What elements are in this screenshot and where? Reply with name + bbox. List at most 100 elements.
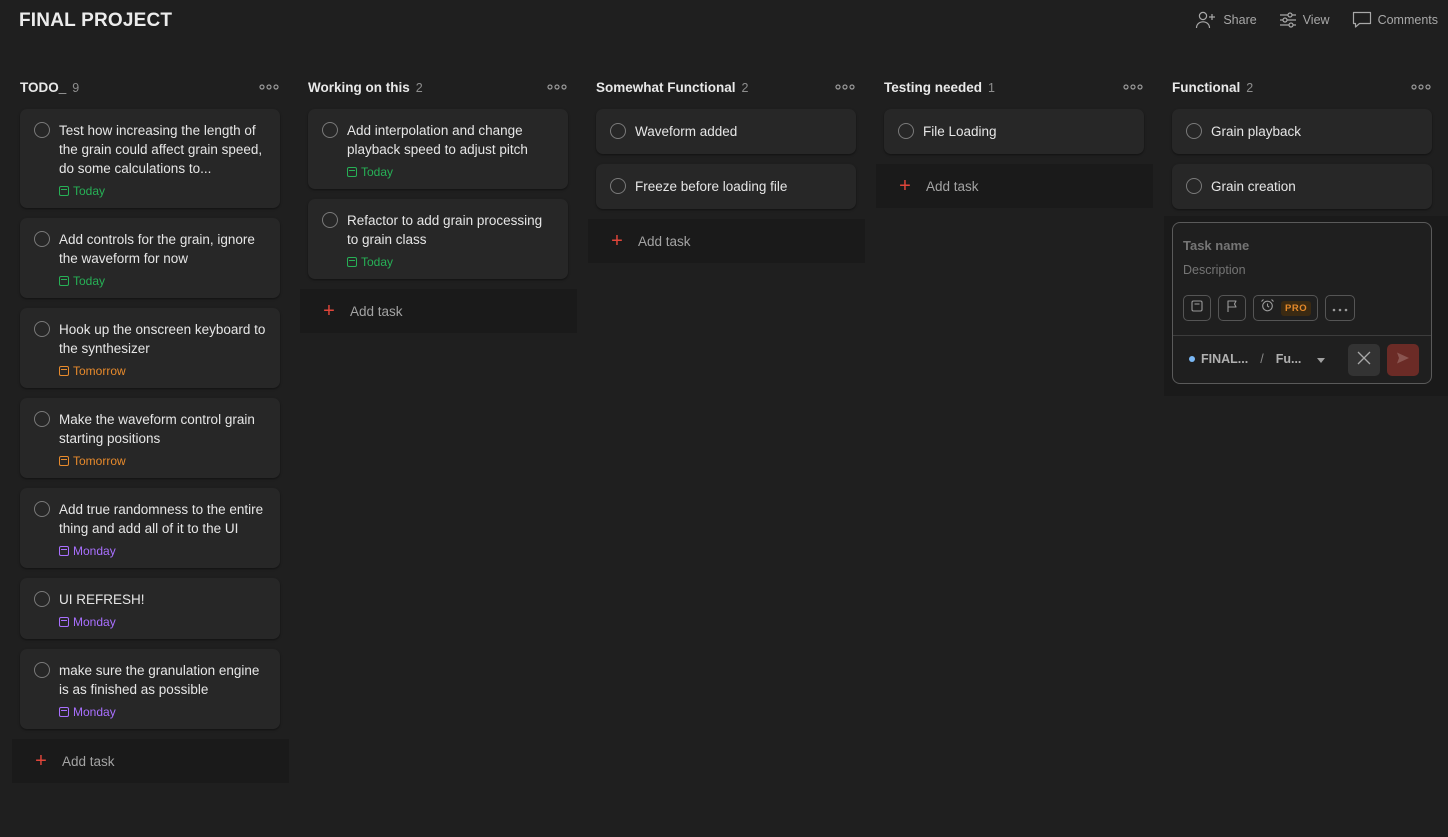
sliders-icon bbox=[1279, 12, 1297, 28]
priority-button[interactable] bbox=[1218, 295, 1246, 321]
date-button[interactable] bbox=[1183, 295, 1211, 321]
add-task-label: Add task bbox=[638, 233, 691, 249]
task-card[interactable]: UI REFRESH! Monday bbox=[20, 578, 280, 639]
add-task-button[interactable]: + Add task bbox=[876, 164, 1153, 208]
page-title: FINAL PROJECT bbox=[19, 10, 173, 31]
comment-icon bbox=[1352, 11, 1372, 29]
task-title: Add true randomness to the entire thing … bbox=[59, 502, 264, 536]
task-name-input[interactable] bbox=[1183, 238, 1413, 253]
task-title: Grain creation bbox=[1211, 179, 1296, 194]
cancel-button[interactable] bbox=[1348, 344, 1380, 376]
task-card[interactable]: Add controls for the grain, ignore the w… bbox=[20, 218, 280, 298]
task-card[interactable]: Add true randomness to the entire thing … bbox=[20, 488, 280, 568]
column-menu-button[interactable] bbox=[1122, 78, 1144, 96]
task-description-input[interactable] bbox=[1183, 263, 1413, 277]
task-card[interactable]: Refactor to add grain processing to grai… bbox=[308, 199, 568, 279]
task-list: File Loading + Add task bbox=[876, 109, 1153, 208]
column-menu-button[interactable] bbox=[834, 78, 856, 96]
column-header: TODO_ 9 bbox=[20, 70, 280, 104]
comments-label: Comments bbox=[1377, 13, 1438, 27]
column-title-text: Somewhat Functional bbox=[596, 80, 736, 95]
task-title: Hook up the onscreen keyboard to the syn… bbox=[59, 322, 266, 356]
complete-checkbox[interactable] bbox=[34, 321, 50, 337]
task-count: 1 bbox=[988, 81, 995, 95]
complete-checkbox[interactable] bbox=[34, 501, 50, 517]
chevron-down-icon bbox=[1317, 352, 1326, 366]
more-options-button[interactable] bbox=[1325, 295, 1356, 321]
add-task-button[interactable]: + Add task bbox=[12, 739, 289, 783]
column-menu-button[interactable] bbox=[258, 78, 280, 96]
share-button[interactable]: Share bbox=[1195, 11, 1257, 29]
project-selector[interactable]: FINAL... / Fu... bbox=[1189, 352, 1326, 366]
project-name: FINAL... bbox=[1201, 352, 1249, 366]
task-card[interactable]: Add interpolation and change playback sp… bbox=[308, 109, 568, 189]
send-icon bbox=[1396, 351, 1410, 370]
add-task-button[interactable]: + Add task bbox=[300, 289, 577, 333]
view-button[interactable]: View bbox=[1279, 11, 1330, 29]
task-card[interactable]: make sure the granulation engine is as f… bbox=[20, 649, 280, 729]
due-date: Monday bbox=[59, 705, 268, 719]
complete-checkbox[interactable] bbox=[34, 231, 50, 247]
column-title-text: Testing needed bbox=[884, 80, 983, 95]
due-date-label: Today bbox=[73, 274, 106, 288]
comments-button[interactable]: Comments bbox=[1352, 11, 1438, 29]
task-card[interactable]: Grain creation bbox=[1172, 164, 1432, 209]
column-header: Functional 2 bbox=[1172, 70, 1432, 104]
more-icon bbox=[834, 83, 856, 100]
column-title-text: Functional bbox=[1172, 80, 1241, 95]
complete-checkbox[interactable] bbox=[322, 122, 338, 138]
task-list: Grain playback Grain creation bbox=[1172, 109, 1432, 219]
column-header: Testing needed 1 bbox=[884, 70, 1144, 104]
calendar-icon bbox=[347, 167, 357, 177]
due-date-label: Today bbox=[361, 165, 394, 179]
flag-icon bbox=[1225, 299, 1239, 318]
task-count: 2 bbox=[415, 81, 423, 95]
complete-checkbox[interactable] bbox=[1186, 123, 1202, 139]
complete-checkbox[interactable] bbox=[898, 123, 914, 139]
task-title: UI REFRESH! bbox=[59, 592, 145, 607]
task-card[interactable]: Make the waveform control grain starting… bbox=[20, 398, 280, 478]
column-menu-button[interactable] bbox=[546, 78, 568, 96]
due-date: Today bbox=[59, 184, 268, 198]
complete-checkbox[interactable] bbox=[1186, 178, 1202, 194]
column-menu-button[interactable] bbox=[1410, 78, 1432, 96]
task-card[interactable]: Grain playback bbox=[1172, 109, 1432, 154]
task-card[interactable]: Test how increasing the length of the gr… bbox=[20, 109, 280, 208]
complete-checkbox[interactable] bbox=[34, 411, 50, 427]
add-task-button[interactable]: + Add task bbox=[588, 219, 865, 263]
due-date-label: Monday bbox=[73, 544, 116, 558]
complete-checkbox[interactable] bbox=[34, 662, 50, 678]
calendar-icon bbox=[59, 546, 69, 556]
reminder-button[interactable]: PRO bbox=[1253, 295, 1319, 321]
quick-add-task-editor: PRO FINAL... / Fu... bbox=[1172, 222, 1432, 384]
due-date: Today bbox=[59, 274, 268, 288]
add-person-icon bbox=[1195, 11, 1217, 29]
task-card[interactable]: File Loading bbox=[884, 109, 1144, 154]
task-title: File Loading bbox=[923, 124, 997, 139]
calendar-icon bbox=[59, 617, 69, 627]
calendar-icon bbox=[59, 456, 69, 466]
task-card[interactable]: Waveform added bbox=[596, 109, 856, 154]
more-icon bbox=[546, 83, 568, 100]
plus-icon: + bbox=[899, 175, 911, 197]
share-label: Share bbox=[1223, 13, 1257, 27]
task-card[interactable]: Freeze before loading file bbox=[596, 164, 856, 209]
task-title: Waveform added bbox=[635, 124, 738, 139]
task-title: Refactor to add grain processing to grai… bbox=[347, 213, 543, 247]
add-task-label: Add task bbox=[62, 753, 115, 769]
column-header: Working on this 2 bbox=[308, 70, 568, 104]
due-date: Tomorrow bbox=[59, 454, 268, 468]
task-list: Test how increasing the length of the gr… bbox=[12, 109, 289, 783]
complete-checkbox[interactable] bbox=[34, 591, 50, 607]
pro-badge: PRO bbox=[1281, 300, 1312, 316]
complete-checkbox[interactable] bbox=[610, 123, 626, 139]
complete-checkbox[interactable] bbox=[610, 178, 626, 194]
due-date: Monday bbox=[59, 544, 268, 558]
add-task-submit-button[interactable] bbox=[1387, 344, 1419, 376]
complete-checkbox[interactable] bbox=[34, 122, 50, 138]
plus-icon: + bbox=[611, 230, 623, 252]
task-count: 2 bbox=[741, 81, 749, 95]
top-actions: Share View Comments bbox=[1195, 11, 1438, 29]
complete-checkbox[interactable] bbox=[322, 212, 338, 228]
task-card[interactable]: Hook up the onscreen keyboard to the syn… bbox=[20, 308, 280, 388]
